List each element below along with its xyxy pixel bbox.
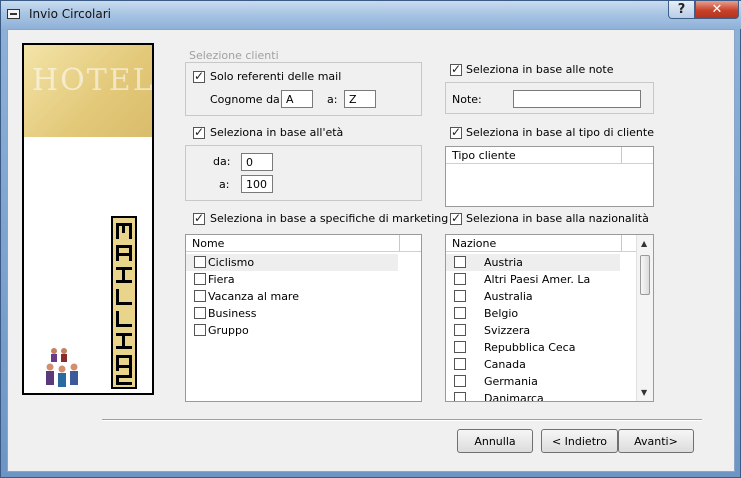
nationality-item-label: Austria: [484, 256, 523, 269]
marketing-item-checkbox[interactable]: [194, 290, 206, 302]
marketing-item-label: Fiera: [208, 273, 235, 286]
marketing-item-checkbox[interactable]: [194, 273, 206, 285]
client-type-checkbox[interactable]: [450, 125, 462, 139]
notes-label: Seleziona in base alle note: [466, 63, 614, 76]
help-button[interactable]: ?: [668, 1, 695, 19]
nationality-listbox[interactable]: Nazione Austria Altri Paesi Amer. La Austr…: [445, 234, 654, 402]
client-type-list-header: Tipo cliente: [446, 147, 653, 164]
age-from-input[interactable]: 0: [241, 153, 273, 171]
client-type-label: Seleziona in base al tipo di cliente: [466, 126, 654, 139]
marketing-item-label: Vacanza al mare: [208, 290, 299, 303]
marketing-item-label: Gruppo: [208, 324, 249, 337]
surname-to-input[interactable]: Z: [344, 90, 376, 108]
dialog-client-area: HOTEL Selezione clienti ✓ Solo referenti…: [7, 29, 735, 472]
clients-group-label: Selezione clienti: [189, 49, 279, 62]
window-title: Invio Circolari: [29, 7, 112, 21]
surname-to-label: a:: [327, 93, 338, 106]
nationality-column[interactable]: Nazione: [446, 235, 622, 251]
list-item[interactable]: Germania: [446, 373, 620, 390]
list-item[interactable]: Svizzera: [446, 322, 620, 339]
surname-from-input[interactable]: A: [281, 90, 313, 108]
age-from-label: da:: [213, 155, 231, 168]
marketing-column-name[interactable]: Nome: [186, 235, 400, 251]
client-type-listbox[interactable]: Tipo cliente: [445, 146, 654, 207]
nationality-item-checkbox[interactable]: [454, 256, 466, 268]
nationality-item-label: Germania: [484, 375, 538, 388]
marketing-item-label: Ciclismo: [208, 256, 255, 269]
list-item[interactable]: Business: [186, 305, 398, 322]
age-to-label: a:: [219, 178, 230, 191]
title-bar[interactable]: Invio Circolari ? ✕: [1, 1, 741, 29]
banner-hotel-watermark: HOTEL: [32, 63, 154, 98]
nationality-label: Seleziona in base alla nazionalità: [466, 212, 649, 225]
notes-checkbox[interactable]: [450, 62, 462, 76]
marketing-item-checkbox[interactable]: [194, 324, 206, 336]
nationality-list-header: Nazione: [446, 235, 636, 252]
list-item[interactable]: Belgio: [446, 305, 620, 322]
nationality-item-checkbox[interactable]: [454, 307, 466, 319]
marketing-list-header: Nome: [186, 235, 421, 252]
help-icon: ?: [677, 2, 686, 17]
nationality-item-label: Repubblica Ceca: [484, 341, 576, 354]
nationality-item-label: Belgio: [484, 307, 519, 320]
mail-refs-label: Solo referenti delle mail: [210, 70, 342, 83]
marketing-label: Seleziona in base a specifiche di market…: [210, 212, 449, 225]
list-item[interactable]: Danimarca: [446, 390, 620, 402]
close-button[interactable]: ✕: [695, 1, 739, 19]
footer-separator: [102, 419, 702, 421]
age-group: [185, 145, 422, 201]
close-icon: ✕: [711, 2, 723, 17]
back-button[interactable]: < Indietro: [541, 429, 618, 453]
scrollbar-thumb[interactable]: [640, 255, 650, 295]
nationality-item-label: Canada: [484, 358, 526, 371]
list-item[interactable]: Canada: [446, 356, 620, 373]
people-group-icon: [46, 348, 78, 387]
list-item[interactable]: Vacanza al mare: [186, 288, 398, 305]
age-label: Seleziona in base all'età: [210, 126, 344, 139]
list-item[interactable]: Australia: [446, 288, 620, 305]
nationality-item-checkbox[interactable]: [454, 392, 466, 401]
nationality-item-label: Altri Paesi Amer. La: [484, 273, 591, 286]
notes-input[interactable]: [513, 90, 641, 108]
list-item[interactable]: Ciclismo: [186, 254, 398, 271]
marketing-item-checkbox[interactable]: [194, 307, 206, 319]
nationality-item-checkbox[interactable]: [454, 375, 466, 387]
age-to-input[interactable]: 100: [241, 175, 273, 193]
scroll-down-icon[interactable]: ▼: [641, 388, 647, 397]
mail-refs-checkbox[interactable]: [193, 69, 205, 83]
scroll-up-icon[interactable]: ▲: [641, 239, 647, 248]
cancel-button[interactable]: Annulla: [457, 429, 533, 453]
window-menu-icon[interactable]: [7, 9, 20, 19]
nationality-scrollbar[interactable]: ▲ ▼: [636, 235, 653, 401]
notes-field-label: Note:: [452, 93, 482, 106]
list-item[interactable]: Austria: [446, 254, 620, 271]
nationality-item-checkbox[interactable]: [454, 324, 466, 336]
nationality-item-label: Svizzera: [484, 324, 531, 337]
marketing-listbox[interactable]: Nome Ciclismo Fiera Vacanza al mare Busines…: [185, 234, 422, 402]
age-checkbox[interactable]: [193, 125, 205, 139]
nationality-checkbox[interactable]: [450, 211, 462, 225]
nationality-item-checkbox[interactable]: [454, 341, 466, 353]
banner-mailing-text: [111, 216, 137, 389]
mailing-banner-image: HOTEL: [22, 43, 154, 395]
surname-from-label: Cognome da:: [210, 93, 284, 106]
nationality-item-checkbox[interactable]: [454, 358, 466, 370]
client-type-column[interactable]: Tipo cliente: [446, 147, 622, 163]
nationality-item-label: Danimarca: [484, 392, 544, 402]
nationality-item-checkbox[interactable]: [454, 273, 466, 285]
list-item[interactable]: Repubblica Ceca: [446, 339, 620, 356]
nationality-item-label: Australia: [484, 290, 533, 303]
next-button[interactable]: Avanti>: [618, 429, 694, 453]
nationality-item-checkbox[interactable]: [454, 290, 466, 302]
list-item[interactable]: Gruppo: [186, 322, 398, 339]
marketing-checkbox[interactable]: [193, 211, 205, 225]
dialog-window: Invio Circolari ? ✕ HOTEL Selezione clie…: [0, 0, 741, 478]
marketing-item-checkbox[interactable]: [194, 256, 206, 268]
list-item[interactable]: Fiera: [186, 271, 398, 288]
marketing-item-label: Business: [208, 307, 257, 320]
list-item[interactable]: Altri Paesi Amer. La: [446, 271, 620, 288]
